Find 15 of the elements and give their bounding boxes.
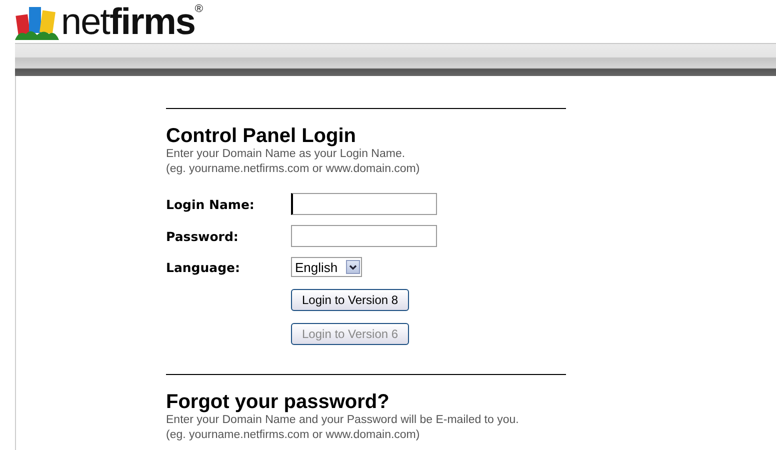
field-label: Login Name:	[166, 196, 254, 212]
help-text: Enter your Domain Name and your Password will be E-mailed to you.	[166, 413, 520, 428]
section-heading: Control Panel Login	[166, 125, 357, 147]
login-name-field[interactable]	[291, 193, 437, 215]
help-text: Enter your Domain Name as your Login Name.	[166, 147, 406, 162]
help-text: (eg. yourname.netfirms.com or www.domain.com)	[166, 428, 421, 443]
section-heading: Forgot your password?	[166, 391, 390, 413]
field-label: Language:	[166, 260, 240, 274]
logo-wordmark: netfirms$^{®}$	[61, 3, 202, 40]
language-dropdown[interactable]: English	[291, 257, 362, 277]
logo-icon	[15, 6, 59, 40]
field-label: Password:	[166, 228, 238, 244]
login-button[interactable]: Login to Version 8	[291, 289, 410, 311]
password-field[interactable]	[291, 225, 437, 247]
help-text: (eg. yourname.netfirms.com or www.domain.com)	[166, 162, 421, 177]
